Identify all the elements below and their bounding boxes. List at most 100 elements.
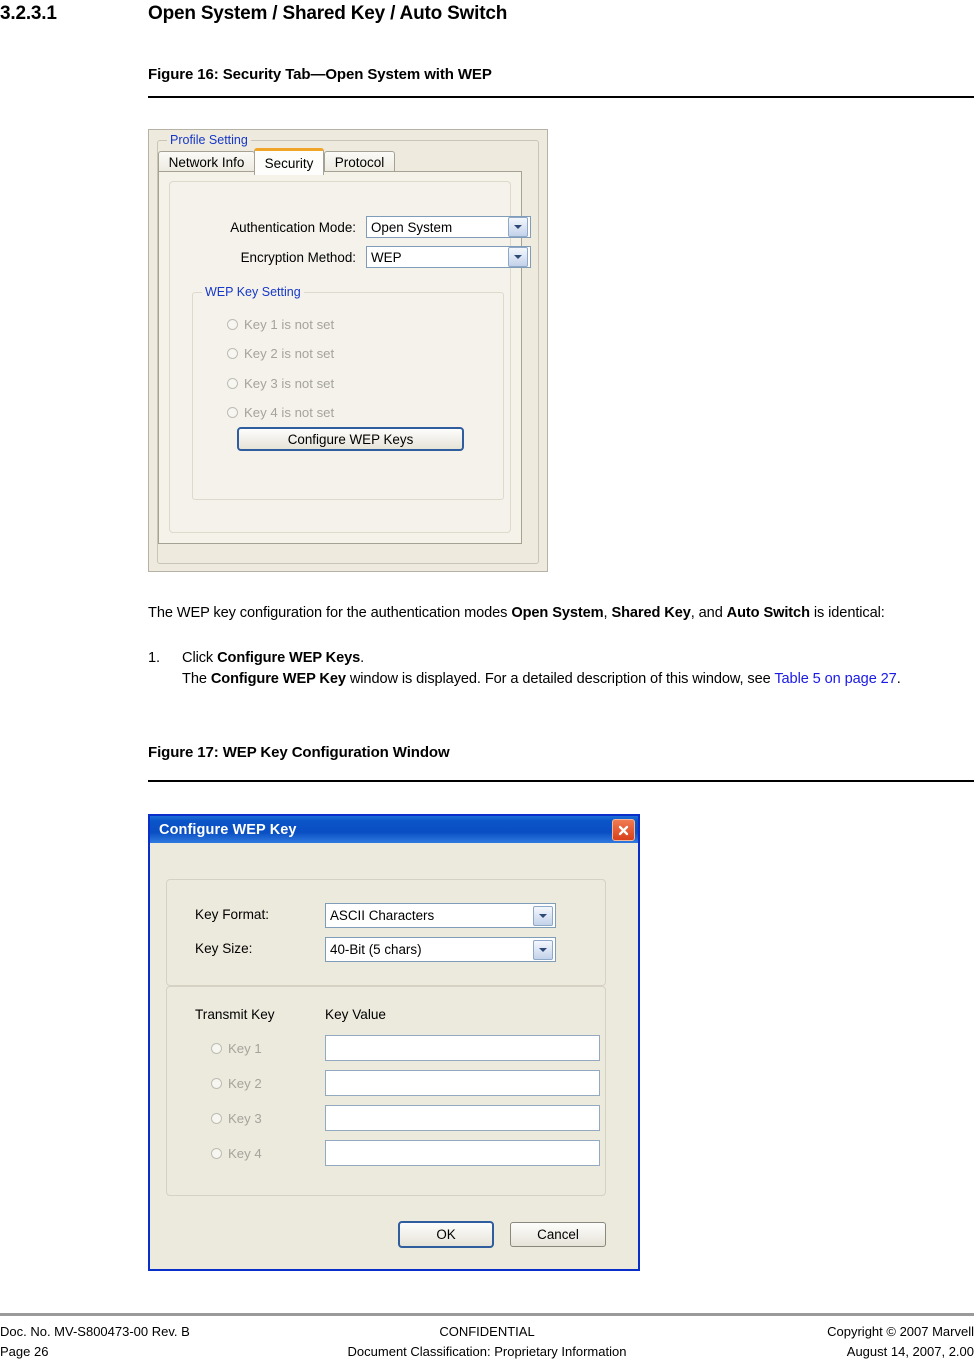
tab-strip: Network Info Security Protocol (158, 148, 522, 175)
window-title-bar: Configure WEP Key (150, 816, 638, 843)
transmit-key-1-radio[interactable]: Key 1 (211, 1041, 262, 1056)
cancel-button[interactable]: Cancel (510, 1222, 606, 1247)
key-values-panel: Transmit Key Key Value Key 1 Key 2 Key 3 (166, 986, 606, 1196)
transmit-key-4-label: Key 4 (228, 1146, 262, 1161)
security-tab-window: Profile Setting Network Info Security Pr… (148, 129, 548, 572)
encryption-method-value: WEP (371, 249, 402, 265)
wep-key-2-radio[interactable]: Key 2 is not set (227, 346, 334, 361)
figure-16-rule (148, 96, 974, 98)
intro-text-1: The WEP key configuration for the authen… (148, 605, 512, 621)
close-icon[interactable] (612, 819, 635, 841)
security-tab-panel: Authentication Mode: Open System Encrypt… (158, 171, 531, 544)
security-settings-panel: Authentication Mode: Open System Encrypt… (169, 181, 531, 533)
table-5-cross-reference-link[interactable]: Table 5 on page 27 (774, 671, 896, 687)
configure-wep-keys-button-label: Configure WEP Keys (287, 431, 414, 447)
transmit-key-4-radio[interactable]: Key 4 (211, 1146, 262, 1161)
tab-protocol-label: Protocol (334, 154, 385, 170)
radio-button-icon (211, 1148, 222, 1159)
encryption-method-label: Encryption Method: (240, 250, 356, 265)
step-1-line2-c: window is displayed. For a detailed desc… (345, 671, 775, 687)
wep-key-4-label: Key 4 is not set (244, 405, 335, 420)
wep-key-4-radio[interactable]: Key 4 is not set (227, 405, 334, 420)
section-title: Open System / Shared Key / Auto Switch (148, 3, 508, 24)
intro-text-4: is identical: (809, 605, 885, 621)
wep-key-3-radio[interactable]: Key 3 is not set (227, 376, 334, 391)
step-1-line1-a: Click (182, 650, 218, 666)
wep-key-1-radio[interactable]: Key 1 is not set (227, 317, 334, 332)
key-size-label: Key Size: (195, 941, 253, 956)
key-settings-panel: Key Format: ASCII Characters Key Size: 4… (166, 879, 606, 986)
key-value-header: Key Value (325, 1007, 386, 1022)
configure-wep-keys-button[interactable]: Configure WEP Keys (237, 427, 464, 451)
intro-bold-auto-switch: Auto Switch (726, 605, 810, 621)
tab-security-label: Security (264, 155, 314, 171)
tab-protocol[interactable]: Protocol (324, 151, 395, 172)
radio-button-icon (211, 1078, 222, 1089)
figure-17-caption: Figure 17: WEP Key Configuration Window (148, 744, 450, 761)
wep-key-1-label: Key 1 is not set (244, 317, 335, 332)
transmit-key-1-label: Key 1 (228, 1041, 262, 1056)
chevron-down-icon[interactable] (533, 939, 553, 960)
section-heading: 3.2.3.1 Open System / Shared Key / Auto … (0, 2, 974, 30)
tab-network-info[interactable]: Network Info (158, 151, 255, 172)
authentication-mode-label: Authentication Mode: (230, 220, 356, 235)
figure-17-rule (148, 780, 974, 782)
key-4-input[interactable] (325, 1140, 600, 1166)
transmit-key-header: Transmit Key (195, 1007, 275, 1022)
key-1-input[interactable] (325, 1035, 600, 1061)
encryption-method-combobox[interactable]: WEP (366, 246, 531, 268)
radio-button-icon (227, 319, 238, 330)
section-number: 3.2.3.1 (0, 3, 57, 24)
key-2-input[interactable] (325, 1070, 600, 1096)
transmit-key-3-label: Key 3 (228, 1111, 262, 1126)
step-1-line1-c: . (360, 650, 365, 666)
ok-button-label: OK (436, 1227, 456, 1242)
key-3-input[interactable] (325, 1105, 600, 1131)
transmit-key-3-radio[interactable]: Key 3 (211, 1111, 262, 1126)
wep-key-setting-group-label: WEP Key Setting (202, 286, 304, 298)
transmit-key-2-radio[interactable]: Key 2 (211, 1076, 262, 1091)
footer-date: August 14, 2007, 2.00 (846, 1344, 974, 1359)
footer-classification: Document Classification: Proprietary Inf… (347, 1344, 627, 1359)
intro-text-3: , and (690, 605, 727, 621)
intro-bold-shared-key: Shared Key (611, 605, 691, 621)
wep-key-2-label: Key 2 is not set (244, 346, 335, 361)
key-format-label: Key Format: (195, 907, 270, 922)
tab-security[interactable]: Security (254, 148, 324, 175)
step-1-text: Click Configure WEP Keys. The Configure … (182, 648, 968, 690)
radio-button-icon (227, 407, 238, 418)
window-title: Configure WEP Key (159, 821, 297, 838)
radio-button-icon (227, 378, 238, 389)
radio-button-icon (227, 348, 238, 359)
document-page: 3.2.3.1 Open System / Shared Key / Auto … (0, 0, 974, 1362)
step-1-line2-d: . (896, 671, 901, 687)
wep-key-3-label: Key 3 is not set (244, 376, 335, 391)
intro-bold-open-system: Open System (511, 605, 604, 621)
step-1-line2-a: The (182, 671, 211, 687)
chevron-down-icon[interactable] (508, 217, 528, 237)
profile-setting-group-label: Profile Setting (167, 134, 251, 146)
key-size-value: 40-Bit (5 chars) (330, 942, 422, 957)
key-format-value: ASCII Characters (330, 908, 435, 923)
figure-16-caption: Figure 16: Security Tab—Open System with… (148, 66, 492, 83)
chevron-down-icon[interactable] (533, 905, 553, 926)
key-format-combobox[interactable]: ASCII Characters (325, 903, 556, 928)
configure-wep-key-window: Configure WEP Key Key Format: ASCII Char… (148, 814, 640, 1271)
chevron-down-icon[interactable] (508, 247, 528, 267)
footer-divider (0, 1313, 974, 1316)
radio-button-icon (211, 1043, 222, 1054)
window-body: Key Format: ASCII Characters Key Size: 4… (150, 843, 638, 1269)
authentication-mode-value: Open System (371, 219, 453, 235)
step-1-marker: 1. (148, 650, 160, 666)
step-1: 1. Click Configure WEP Keys. The Configu… (148, 648, 968, 690)
step-1-bold-configure: Configure WEP Keys (217, 650, 361, 666)
authentication-mode-combobox[interactable]: Open System (366, 216, 531, 238)
cancel-button-label: Cancel (537, 1227, 579, 1242)
key-size-combobox[interactable]: 40-Bit (5 chars) (325, 937, 556, 962)
transmit-key-2-label: Key 2 (228, 1076, 262, 1091)
footer: Doc. No. MV-S800473-00 Rev. B CONFIDENTI… (0, 1322, 974, 1362)
footer-copyright: Copyright © 2007 Marvell (827, 1324, 974, 1339)
tab-network-info-label: Network Info (168, 154, 245, 170)
ok-button[interactable]: OK (398, 1221, 494, 1248)
intro-paragraph: The WEP key configuration for the authen… (148, 603, 968, 624)
